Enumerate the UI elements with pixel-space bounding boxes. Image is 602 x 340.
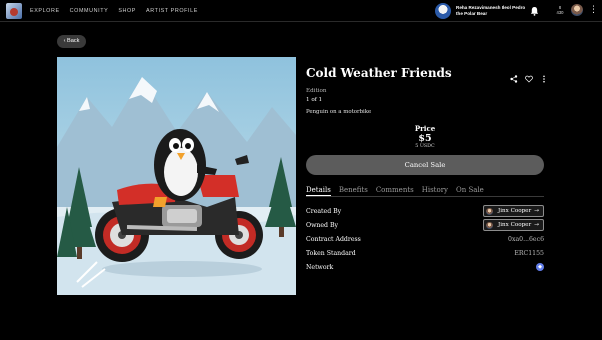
- user-avatar[interactable]: [571, 4, 583, 16]
- nav-link-community[interactable]: COMMUNITY: [70, 8, 109, 14]
- arrow-right-icon: →: [533, 207, 539, 214]
- network-label: Network: [306, 264, 334, 271]
- nav-link-explore[interactable]: EXPLORE: [30, 8, 60, 14]
- bell-icon[interactable]: [530, 6, 539, 16]
- arrow-right-icon: →: [533, 221, 539, 228]
- nft-artwork: [57, 57, 296, 295]
- tab-on-sale[interactable]: On Sale: [456, 186, 484, 196]
- token-standard-value: ERC1155: [514, 250, 544, 257]
- nav-link-shop[interactable]: SHOP: [118, 8, 136, 14]
- edition-value: 1 of 1: [306, 97, 323, 103]
- item-title: Cold Weather Friends: [306, 66, 452, 80]
- tab-divider: [306, 196, 544, 197]
- account-avatar[interactable]: [435, 3, 451, 19]
- back-button[interactable]: ‹ Back: [57, 35, 86, 48]
- nav-link-artist-profile[interactable]: ARTIST PROFILE: [146, 8, 198, 14]
- owner-avatar: [486, 222, 493, 229]
- nav-links: EXPLORE COMMUNITY SHOP ARTIST PROFILE: [30, 8, 198, 14]
- item-description: Penguin on a motorbike: [306, 109, 372, 115]
- contract-address-value[interactable]: 0xa0...6ec6: [508, 236, 544, 243]
- heart-icon[interactable]: [525, 68, 533, 83]
- owner-name: Jinx Cooper: [498, 222, 532, 228]
- token-standard-label: Token Standard: [306, 250, 356, 257]
- detail-tabs: Details Benefits Comments History On Sal…: [306, 186, 484, 196]
- logo-icon[interactable]: [6, 3, 22, 19]
- tab-comments[interactable]: Comments: [376, 186, 414, 196]
- item-actions: [510, 68, 548, 83]
- tab-benefits[interactable]: Benefits: [339, 186, 368, 196]
- creator-avatar: [486, 208, 493, 215]
- account-name[interactable]: Reha Rezavimanesh Ileol Pedro the Polar …: [456, 5, 528, 17]
- tab-history[interactable]: History: [422, 186, 448, 196]
- created-by-chip[interactable]: Jinx Cooper →: [483, 205, 544, 217]
- ethereum-icon: ◆: [536, 263, 544, 271]
- more-vertical-icon[interactable]: ⋮: [589, 6, 598, 15]
- share-icon[interactable]: [510, 68, 518, 83]
- owned-by-label: Owned By: [306, 222, 338, 229]
- contract-address-label: Contract Address: [306, 236, 361, 243]
- price-label: Price: [414, 124, 436, 133]
- edition-label: Edition: [306, 88, 327, 94]
- chevron-left-icon: ‹: [63, 38, 66, 44]
- tab-details[interactable]: Details: [306, 186, 331, 196]
- owned-by-chip[interactable]: Jinx Cooper →: [483, 219, 544, 231]
- notification-count: 8 430: [553, 5, 567, 15]
- cancel-sale-button[interactable]: Cancel Sale: [306, 155, 544, 175]
- back-label: Back: [67, 38, 80, 44]
- price-usdc: 5 USDC: [415, 144, 435, 149]
- creator-name: Jinx Cooper: [498, 208, 532, 214]
- top-navbar: EXPLORE COMMUNITY SHOP ARTIST PROFILE Re…: [0, 0, 602, 22]
- more-vertical-icon[interactable]: [540, 68, 548, 83]
- count-bottom: 430: [556, 10, 564, 15]
- created-by-label: Created By: [306, 208, 342, 215]
- price-value: $5: [418, 133, 432, 144]
